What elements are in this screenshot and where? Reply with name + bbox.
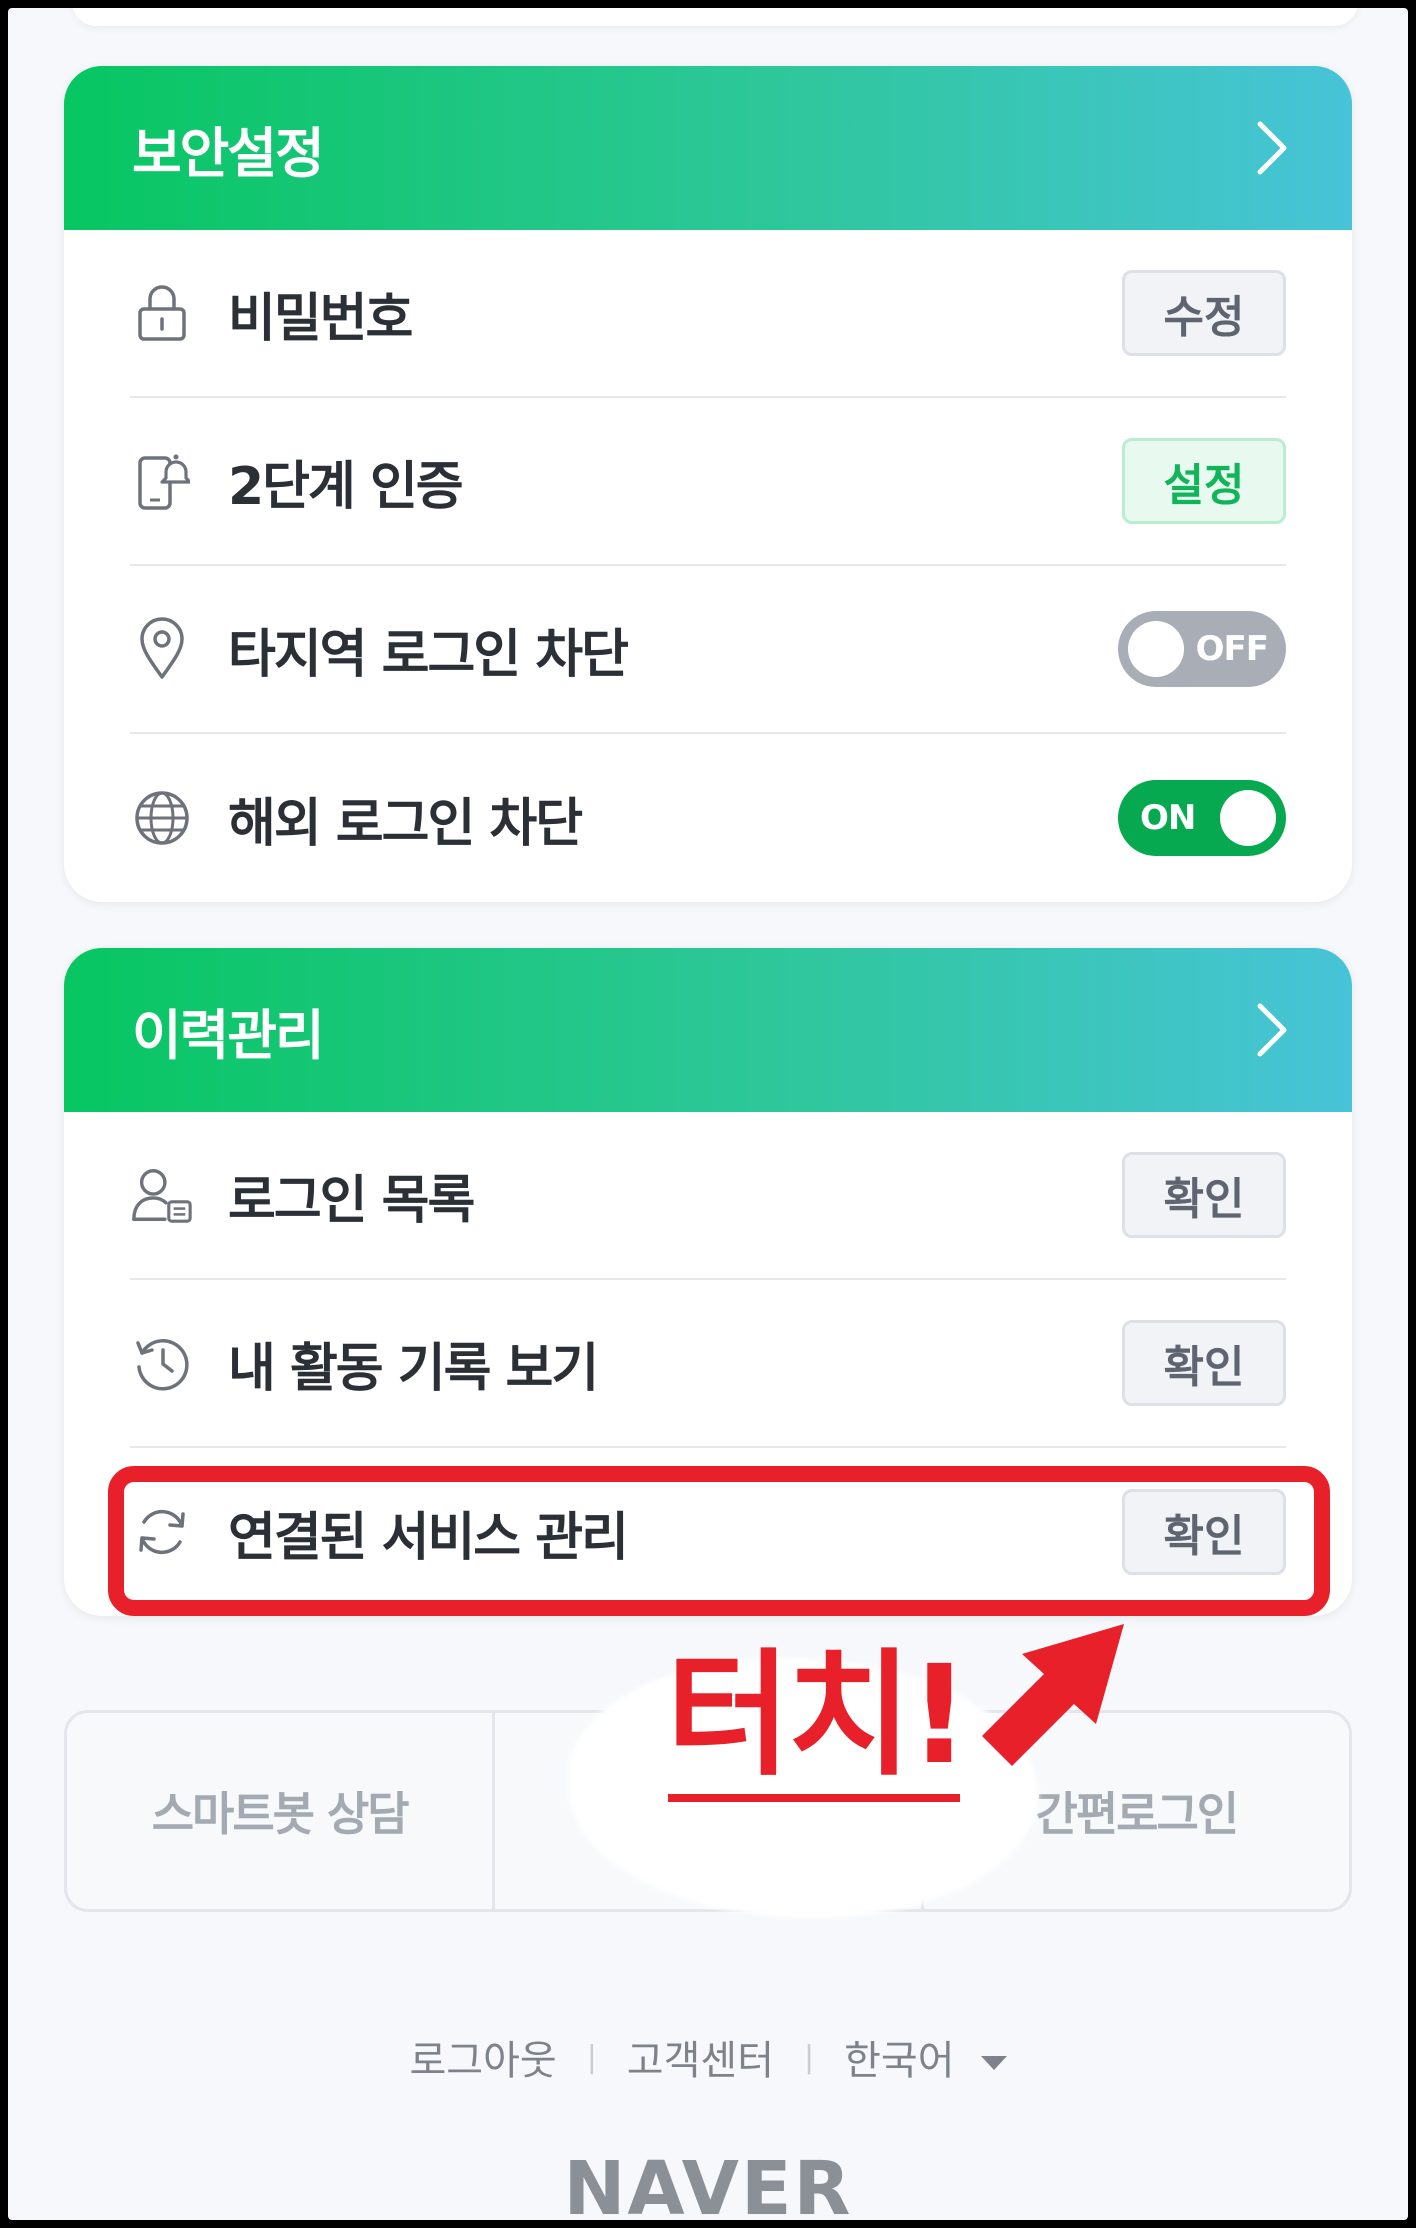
footer-links: 로그아웃 | 고객센터 | 한국어 — [8, 2028, 1408, 2086]
history-management-title: 이력관리 — [132, 1003, 325, 1067]
history-icon — [130, 1331, 194, 1395]
previous-card-edge — [72, 8, 1358, 26]
toggle-state-label: ON — [1140, 798, 1196, 838]
history-management-card: 이력관리 로그인 목록 확인 내 활동 기록 보기 확인 연결된 서비스 관리 … — [64, 948, 1352, 1616]
security-settings-title: 보안설정 — [132, 121, 325, 185]
activity-history-confirm-button[interactable]: 확인 — [1122, 1320, 1286, 1406]
toggle-knob — [1220, 790, 1276, 846]
password-row: 비밀번호 수정 — [130, 230, 1286, 398]
activity-history-row: 내 활동 기록 보기 확인 — [130, 1280, 1286, 1448]
user-list-icon — [130, 1163, 194, 1227]
login-list-row: 로그인 목록 확인 — [130, 1112, 1286, 1280]
lock-icon — [130, 281, 194, 345]
two-step-verification-row: 2단계 인증 설정 — [130, 398, 1286, 566]
callout-underline — [668, 1794, 960, 1802]
activity-history-label: 내 활동 기록 보기 — [228, 1338, 599, 1399]
region-login-block-toggle[interactable]: OFF — [1118, 611, 1286, 687]
connected-services-row: 연결된 서비스 관리 확인 — [130, 1448, 1286, 1616]
chevron-right-icon — [1257, 121, 1287, 175]
login-list-label: 로그인 목록 — [228, 1170, 475, 1231]
globe-icon — [130, 786, 194, 850]
footer-divider: | — [804, 2039, 815, 2075]
two-step-verification-label: 2단계 인증 — [228, 456, 464, 517]
phone-bell-icon — [130, 449, 194, 513]
touch-callout: 터치! — [666, 1637, 970, 1795]
language-label: 한국어 — [844, 2038, 955, 2084]
connected-services-confirm-button[interactable]: 확인 — [1122, 1489, 1286, 1575]
customer-center-link[interactable]: 고객센터 — [627, 2028, 774, 2086]
security-settings-header[interactable]: 보안설정 — [64, 66, 1352, 230]
password-label: 비밀번호 — [228, 288, 413, 349]
toggle-knob — [1128, 621, 1184, 677]
smartbot-consult-button[interactable]: 스마트봇 상담 — [67, 1713, 492, 1909]
logout-link[interactable]: 로그아웃 — [409, 2028, 556, 2086]
location-pin-icon — [130, 617, 194, 681]
two-step-setup-button[interactable]: 설정 — [1122, 438, 1286, 524]
caret-down-icon — [980, 2056, 1007, 2070]
chevron-right-icon — [1257, 1003, 1287, 1057]
refresh-icon — [130, 1500, 194, 1564]
language-selector[interactable]: 한국어 — [844, 2028, 1007, 2086]
security-settings-card: 보안설정 비밀번호 수정 2단계 인증 설정 타지역 로그인 차단 OFF 해외… — [64, 66, 1352, 902]
app-screen: 보안설정 비밀번호 수정 2단계 인증 설정 타지역 로그인 차단 OFF 해외… — [8, 8, 1408, 2220]
history-management-header[interactable]: 이력관리 — [64, 948, 1352, 1112]
login-list-confirm-button[interactable]: 확인 — [1122, 1152, 1286, 1238]
password-edit-button[interactable]: 수정 — [1122, 270, 1286, 356]
toggle-state-label: OFF — [1195, 629, 1269, 669]
overseas-login-block-toggle[interactable]: ON — [1118, 780, 1286, 856]
naver-logo: NAVER — [563, 2146, 853, 2220]
region-login-block-row: 타지역 로그인 차단 OFF — [130, 566, 1286, 734]
pointer-arrow-icon — [982, 1624, 1124, 1766]
overseas-login-block-row: 해외 로그인 차단 ON — [130, 734, 1286, 902]
overseas-login-block-label: 해외 로그인 차단 — [228, 793, 583, 854]
region-login-block-label: 타지역 로그인 차단 — [228, 624, 629, 685]
footer-divider: | — [586, 2039, 597, 2075]
connected-services-label: 연결된 서비스 관리 — [228, 1507, 629, 1568]
